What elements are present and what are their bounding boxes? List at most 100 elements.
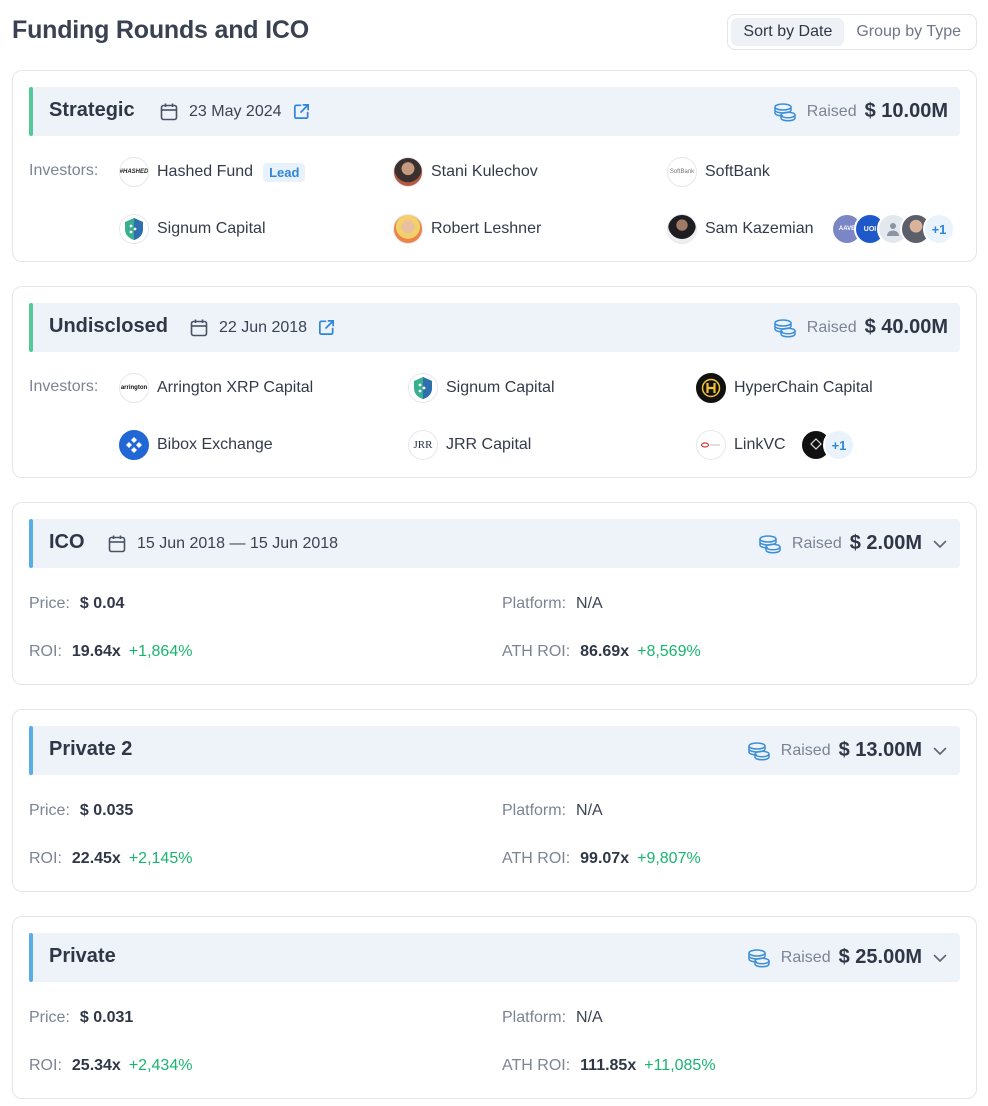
jrr-capital-logo: JRR	[408, 430, 438, 460]
investor-robert-leshner[interactable]: Robert Leshner	[393, 213, 541, 245]
ath-roi-value: 111.85x	[580, 1057, 637, 1074]
investor-bibox-exchange[interactable]: Bibox Exchange	[119, 429, 273, 461]
raised-label: Raised	[806, 102, 857, 120]
round-type: ICO	[49, 531, 85, 553]
investor-linkvc[interactable]: LinkVC	[696, 429, 786, 461]
raised-amount: $ 25.00M	[838, 946, 922, 968]
round-header[interactable]: Private 2 Raised $ 13.00M	[29, 726, 960, 775]
external-link-icon[interactable]	[292, 102, 311, 121]
ath-roi-percent: +8,569%	[637, 643, 701, 660]
price-value: $ 0.035	[79, 802, 134, 819]
platform-value: N/A	[576, 802, 603, 819]
raised-label: Raised	[791, 534, 842, 552]
price-value: $ 0.031	[79, 1009, 134, 1026]
ath-roi-row: ATH ROI: 111.85x +11,085%	[502, 1057, 716, 1075]
raised-amount: $ 10.00M	[864, 100, 948, 122]
investor-stani-kulechov[interactable]: Stani Kulechov	[393, 156, 538, 188]
external-link-icon[interactable]	[317, 318, 336, 337]
investors-label: Investors:	[29, 378, 99, 395]
investor-arrington-xrp-capital[interactable]: arrington Arrington XRP Capital	[119, 372, 313, 404]
coins-icon	[747, 740, 771, 762]
investor-hyperchain-capital[interactable]: HyperChain Capital	[696, 372, 873, 404]
funding-round-card-private: Private Raised $ 25.00M Price: $ 0.031 P…	[12, 916, 977, 1099]
investor-name: Arrington XRP Capital	[157, 379, 314, 396]
lead-badge: Lead	[263, 162, 306, 182]
investor-name: JRR Capital	[446, 436, 532, 453]
roi-label: ROI:	[29, 850, 62, 867]
page-title: Funding Rounds and ICO	[12, 16, 309, 44]
coins-icon	[747, 947, 771, 969]
investor-name: SoftBank	[705, 163, 770, 180]
investor-name: Signum Capital	[446, 379, 555, 396]
platform-row: Platform: N/A	[502, 1009, 603, 1027]
platform-label: Platform:	[502, 1009, 567, 1026]
investors-label: Investors:	[29, 162, 99, 179]
price-row: Price: $ 0.031	[29, 1009, 133, 1027]
calendar-icon	[159, 102, 179, 122]
ath-roi-label: ATH ROI:	[502, 850, 571, 867]
date-text: 23 May 2024	[189, 102, 282, 120]
roi-percent: +2,434%	[128, 1057, 193, 1074]
investor-name: Hashed Fund	[157, 163, 254, 180]
sort-by-date-option[interactable]: Sort by Date	[731, 18, 845, 46]
investor-jrr-capital[interactable]: JRR JRR Capital	[408, 429, 531, 461]
more-investors-stack[interactable]: AAVE UOI +1	[831, 213, 955, 245]
roi-percent: +2,145%	[128, 850, 193, 867]
investor-name: LinkVC	[734, 436, 786, 453]
platform-label: Platform:	[502, 802, 567, 819]
roi-row: ROI: 25.34x +2,434%	[29, 1057, 192, 1075]
funding-round-card-private-2: Private 2 Raised $ 13.00M Price: $ 0.035…	[12, 709, 977, 892]
more-count: +1	[823, 429, 855, 461]
price-label: Price:	[29, 1009, 70, 1026]
roi-percent: +1,864%	[128, 643, 193, 660]
ath-roi-value: 86.69x	[580, 643, 630, 660]
investor-sam-kazemian[interactable]: Sam Kazemian	[667, 213, 814, 245]
sort-toggle: Sort by Date Group by Type	[727, 14, 977, 50]
ath-roi-label: ATH ROI:	[502, 643, 571, 660]
platform-value: N/A	[576, 595, 603, 612]
chevron-down-icon[interactable]	[932, 950, 948, 966]
investor-name: Bibox Exchange	[157, 436, 273, 453]
price-value: $ 0.04	[79, 595, 125, 612]
linkvc-logo	[696, 430, 726, 460]
calendar-icon	[189, 318, 209, 338]
roi-row: ROI: 22.45x +2,145%	[29, 850, 192, 868]
roi-value: 19.64x	[71, 643, 121, 660]
investor-signum-capital[interactable]: Signum Capital	[408, 372, 555, 404]
ath-roi-label: ATH ROI:	[502, 1057, 571, 1074]
investor-softbank[interactable]: SoftBank SoftBank	[667, 156, 770, 188]
chevron-down-icon[interactable]	[932, 743, 948, 759]
roi-label: ROI:	[29, 643, 62, 660]
platform-label: Platform:	[502, 595, 567, 612]
hashed-fund-logo: #HASHED	[119, 157, 149, 187]
platform-value: N/A	[576, 1009, 603, 1026]
more-count: +1	[923, 213, 955, 245]
investor-name: HyperChain Capital	[734, 379, 873, 396]
funding-round-card-strategic: Strategic 23 May 2024 Raised $ 10.00M In…	[12, 70, 977, 262]
ath-roi-row: ATH ROI: 86.69x +8,569%	[502, 643, 701, 661]
funding-round-card-undisclosed: Undisclosed 22 Jun 2018 Raised $ 40.00M …	[12, 286, 977, 478]
price-label: Price:	[29, 595, 70, 612]
raised-group: Raised $ 2.00M	[758, 519, 948, 568]
signum-capital-logo	[119, 214, 149, 244]
softbank-logo: SoftBank	[667, 157, 697, 187]
more-investors-stack[interactable]: +1	[800, 429, 855, 461]
round-header[interactable]: Private Raised $ 25.00M	[29, 933, 960, 982]
investor-name: Signum Capital	[157, 220, 266, 237]
funding-round-card-ico: ICO 15 Jun 2018 — 15 Jun 2018 Raised $ 2…	[12, 502, 977, 685]
investor-signum-capital[interactable]: Signum Capital	[119, 213, 266, 245]
round-type: Undisclosed	[49, 315, 168, 337]
round-header[interactable]: ICO 15 Jun 2018 — 15 Jun 2018 Raised $ 2…	[29, 519, 960, 568]
investor-hashed-fund[interactable]: #HASHED Hashed Fund Lead	[119, 156, 306, 188]
chevron-down-icon[interactable]	[932, 536, 948, 552]
date-text: 22 Jun 2018	[219, 318, 308, 336]
round-type: Private	[49, 945, 116, 967]
price-row: Price: $ 0.04	[29, 595, 124, 613]
raised-group: Raised $ 10.00M	[773, 87, 948, 136]
calendar-icon	[107, 534, 127, 554]
bibox-logo	[119, 430, 149, 460]
group-by-type-option[interactable]: Group by Type	[844, 18, 973, 46]
date-text: 15 Jun 2018 — 15 Jun 2018	[137, 534, 339, 552]
raised-label: Raised	[780, 948, 831, 966]
roi-value: 25.34x	[71, 1057, 121, 1074]
